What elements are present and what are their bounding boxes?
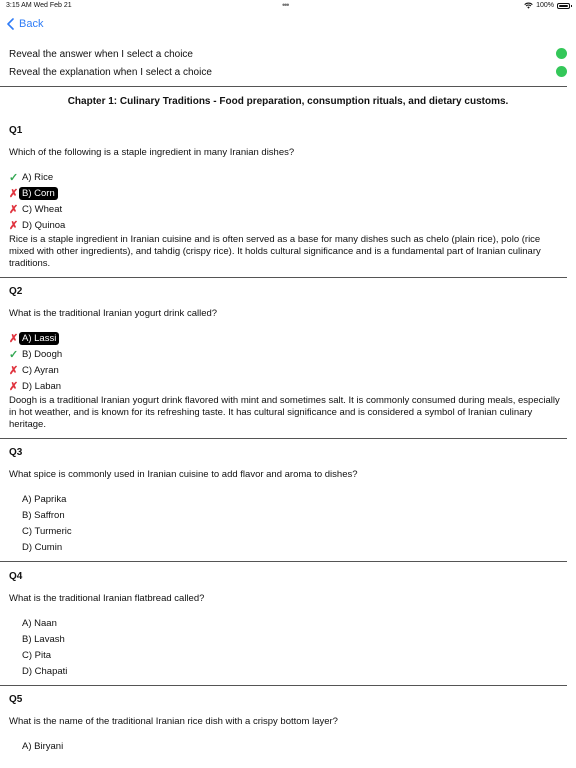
choice-label: D) Laban <box>22 380 62 392</box>
wifi-icon <box>524 2 533 9</box>
question-text: What is the traditional Iranian yogurt d… <box>9 308 218 319</box>
status-time: 3:15 AM Wed Feb 21 <box>6 2 72 9</box>
divider <box>0 438 567 439</box>
choice-label: D) Quinoa <box>22 219 66 231</box>
choice-label: A) Rice <box>22 171 54 183</box>
choice-label: C) Ayran <box>22 364 59 376</box>
reveal-explanation-row: Reveal the explanation when I select a c… <box>9 63 569 81</box>
status-right: 100% <box>524 2 572 9</box>
battery-icon <box>557 2 572 9</box>
choice-d[interactable]: D) Cumin <box>9 539 565 555</box>
choice-c[interactable]: C) Turmeric <box>9 523 565 539</box>
choice-label: C) Pita <box>22 649 52 661</box>
chevron-left-icon <box>7 18 14 30</box>
choice-c[interactable]: ✗ C) Wheat <box>9 201 565 217</box>
choice-a[interactable]: A) Biryani <box>9 738 565 754</box>
choice-d[interactable]: ✗ D) Quinoa <box>9 217 565 233</box>
choice-label: D) Chapati <box>22 665 68 677</box>
reveal-explanation-label: Reveal the explanation when I select a c… <box>9 66 212 78</box>
choice-c[interactable]: C) Pita <box>9 647 565 663</box>
reveal-explanation-toggle[interactable] <box>556 66 567 77</box>
choice-label: A) Naan <box>22 617 57 629</box>
choice-label-selected: A) Lassi <box>19 331 60 345</box>
battery-percent: 100% <box>536 2 554 9</box>
choice-d[interactable]: ✗ D) Laban <box>9 378 565 394</box>
question-block-q1: Q1 Which of the following is a staple in… <box>9 125 565 270</box>
choice-b[interactable]: B) Saffron <box>9 507 565 523</box>
divider <box>0 561 567 562</box>
reveal-answer-toggle[interactable] <box>556 48 567 59</box>
question-number: Q2 <box>9 286 23 297</box>
question-block-q2: Q2 What is the traditional Iranian yogur… <box>9 286 565 431</box>
back-button[interactable]: Back <box>7 18 43 30</box>
divider <box>0 277 567 278</box>
multitasking-dots-icon[interactable]: ••• <box>282 0 290 10</box>
back-label: Back <box>19 18 44 30</box>
choice-a[interactable]: ✓ A) Rice <box>9 169 565 185</box>
choice-list: ✓ A) Rice ✗ B) Corn ✗ C) Wheat ✗ D) Quin… <box>9 169 565 233</box>
divider <box>0 685 567 686</box>
choice-label: A) Paprika <box>22 493 67 505</box>
choice-list: A) Paprika B) Saffron C) Turmeric D) Cum… <box>9 491 565 555</box>
question-block-q5: Q5 What is the name of the traditional I… <box>9 694 565 754</box>
choice-label: C) Wheat <box>22 203 63 215</box>
choice-b[interactable]: ✗ B) Corn <box>9 185 565 201</box>
explanation-text: Rice is a staple ingredient in Iranian c… <box>9 234 541 269</box>
choice-a[interactable]: A) Paprika <box>9 491 565 507</box>
choice-list: A) Biryani <box>9 738 565 754</box>
question-number: Q5 <box>9 694 23 705</box>
choice-label: C) Turmeric <box>22 525 72 537</box>
choice-b[interactable]: ✓ B) Doogh <box>9 346 565 362</box>
choice-a[interactable]: A) Naan <box>9 615 565 631</box>
question-text: What is the name of the traditional Iran… <box>9 716 338 727</box>
choice-list: ✗ A) Lassi ✓ B) Doogh ✗ C) Ayran ✗ D) La… <box>9 330 565 394</box>
explanation-text: Doogh is a traditional Iranian yogurt dr… <box>9 395 560 430</box>
divider <box>0 86 567 87</box>
choice-label: B) Saffron <box>22 509 65 521</box>
choice-label-selected: B) Corn <box>19 186 58 200</box>
question-text: What spice is commonly used in Iranian c… <box>9 469 358 480</box>
choice-label: D) Cumin <box>22 541 63 553</box>
question-number: Q1 <box>9 125 23 136</box>
question-block-q4: Q4 What is the traditional Iranian flatb… <box>9 571 565 679</box>
question-number: Q3 <box>9 447 23 458</box>
choice-label: B) Doogh <box>22 348 63 360</box>
reveal-answer-label: Reveal the answer when I select a choice <box>9 48 193 60</box>
choice-c[interactable]: ✗ C) Ayran <box>9 362 565 378</box>
question-block-q3: Q3 What spice is commonly used in Irania… <box>9 447 565 555</box>
choice-d[interactable]: D) Chapati <box>9 663 565 679</box>
choice-a[interactable]: ✗ A) Lassi <box>9 330 565 346</box>
choice-label: A) Biryani <box>22 740 64 752</box>
question-number: Q4 <box>9 571 23 582</box>
choice-list: A) Naan B) Lavash C) Pita D) Chapati <box>9 615 565 679</box>
reveal-answer-row: Reveal the answer when I select a choice <box>9 45 569 63</box>
chapter-title: Chapter 1: Culinary Traditions - Food pr… <box>67 96 509 107</box>
question-text: Which of the following is a staple ingre… <box>9 147 295 158</box>
choice-label: B) Lavash <box>22 633 65 645</box>
status-bar: 3:15 AM Wed Feb 21 ••• 100% <box>0 0 576 12</box>
question-text: What is the traditional Iranian flatbrea… <box>9 593 205 604</box>
choice-b[interactable]: B) Lavash <box>9 631 565 647</box>
